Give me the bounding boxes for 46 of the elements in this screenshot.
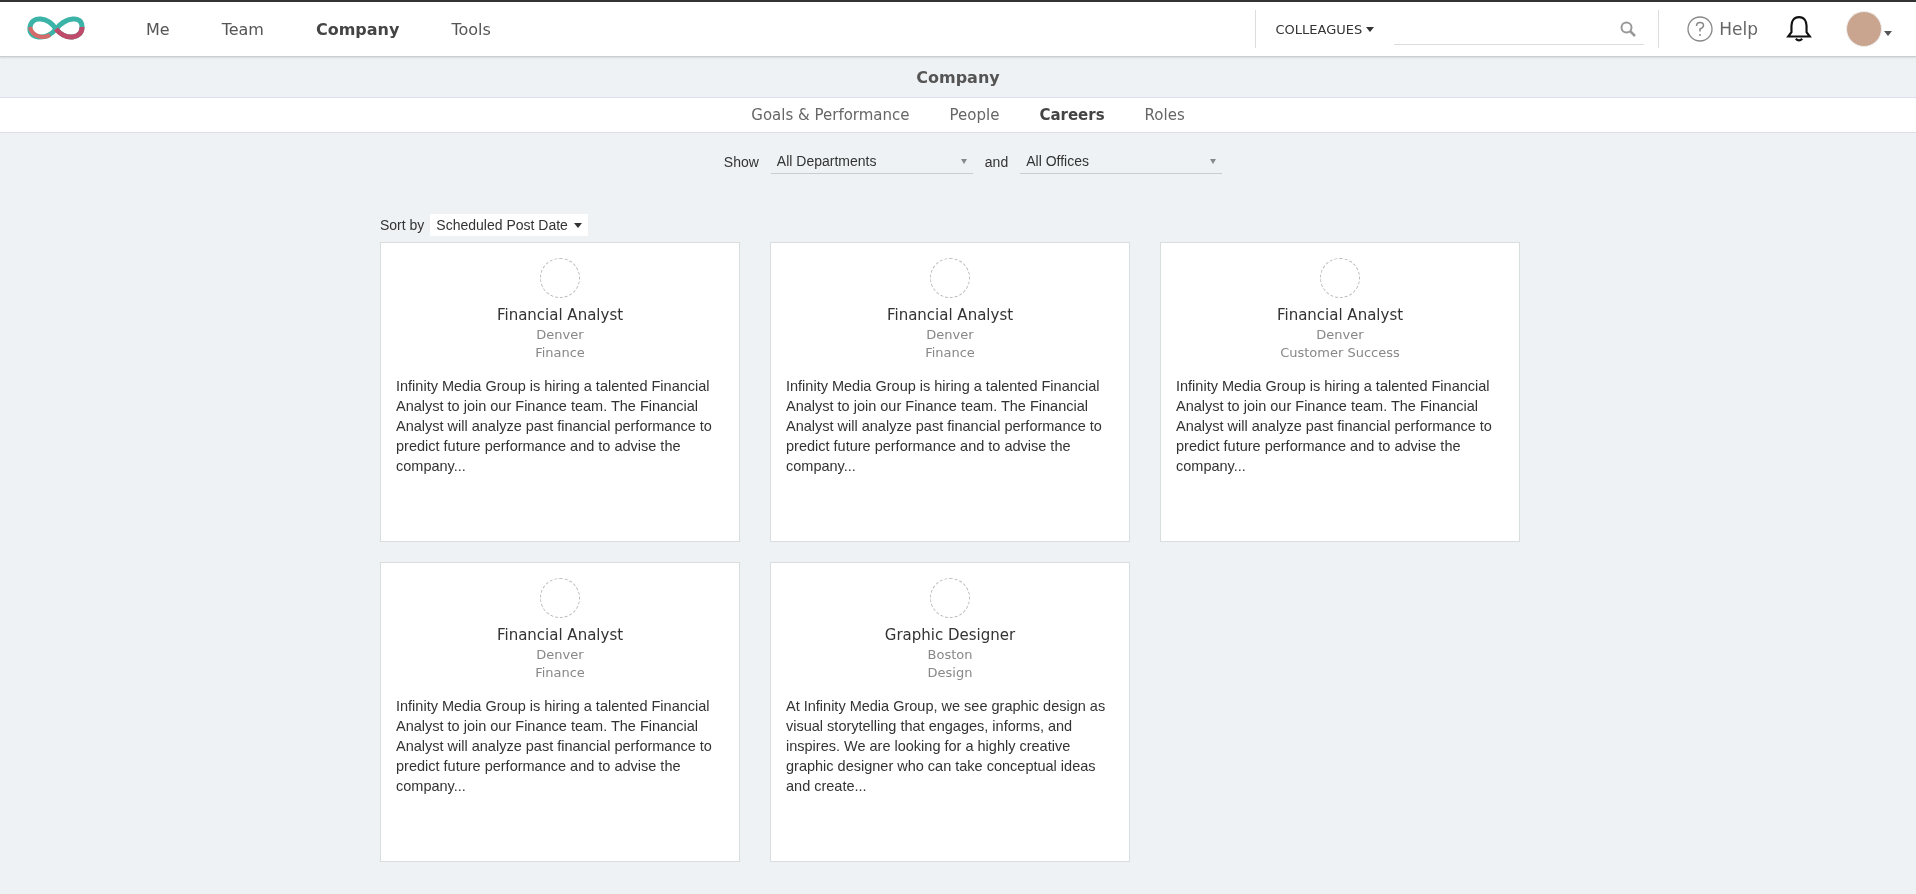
job-location: Denver [536, 327, 584, 342]
job-card[interactable] [380, 562, 740, 862]
sort-dropdown[interactable]: Scheduled Post Date [430, 214, 588, 236]
job-title: Financial Analyst [1276, 306, 1404, 324]
bell-icon[interactable] [1786, 15, 1812, 43]
job-description: At Infinity Media Group, we see graphic design as visual storytelling that engages, informs, and inspires. We are looking for a highly creative graphic designer who can take conceptual ideas and create... [786, 697, 1107, 796]
job-location: Denver [926, 327, 974, 342]
job-location: Denver [536, 647, 584, 662]
nav-link[interactable]: Company [315, 19, 400, 39]
job-department: Finance [535, 345, 585, 360]
search-icon [1620, 20, 1637, 37]
job-department: Design [927, 665, 973, 680]
show-label: Show [723, 153, 759, 170]
office-select[interactable]: All Offices [1020, 149, 1223, 174]
sort-label: Sort by [380, 217, 425, 233]
caret-icon[interactable] [1884, 31, 1892, 36]
tab[interactable]: Goals & Performance [751, 106, 910, 124]
and-label: and [984, 153, 1009, 170]
job-card[interactable] [770, 562, 1130, 862]
tab[interactable]: Careers [1039, 106, 1105, 124]
nav-link[interactable]: Me [146, 19, 170, 39]
search-scope-dropdown[interactable]: COLLEAGUES [1269, 21, 1381, 37]
job-card[interactable] [770, 242, 1130, 542]
tab[interactable]: People [949, 106, 1000, 124]
job-title: Financial Analyst [496, 626, 624, 644]
job-location: Denver [1316, 327, 1364, 342]
job-title: Graphic Designer [884, 626, 1016, 644]
job-description: Infinity Media Group is hiring a talented Financial Analyst to join our Finance team. The Financial Analyst will analyze past financial performance to predict future performance and to advise the company... [396, 697, 713, 796]
tab[interactable]: Roles [1144, 106, 1185, 124]
job-description: Infinity Media Group is hiring a talented Financial Analyst to join our Finance team. The Financial Analyst will analyze past financial performance to predict future performance and to advise the company... [786, 377, 1103, 476]
nav-link[interactable]: Team [221, 19, 264, 39]
job-card[interactable] [380, 242, 740, 542]
department-select[interactable]: All Departments [770, 149, 973, 174]
job-department: Customer Success [1280, 345, 1400, 360]
job-card[interactable] [1160, 242, 1520, 542]
job-title: Financial Analyst [886, 306, 1014, 324]
job-department: Finance [925, 345, 975, 360]
nav-link[interactable]: Tools [451, 19, 491, 39]
job-location: Boston [927, 647, 973, 662]
page-title: Company [916, 67, 1000, 87]
help-icon [1687, 16, 1714, 42]
job-description: Infinity Media Group is hiring a talented Financial Analyst to join our Finance team. The Financial Analyst will analyze past financial performance to predict future performance and to advise the company... [396, 377, 713, 476]
help-link[interactable]: Help [1687, 16, 1758, 42]
job-title: Financial Analyst [496, 306, 624, 324]
job-department: Finance [535, 665, 585, 680]
job-description: Infinity Media Group is hiring a talented Financial Analyst to join our Finance team. The Financial Analyst will analyze past financial performance to predict future performance and to advise the company... [1176, 377, 1493, 476]
